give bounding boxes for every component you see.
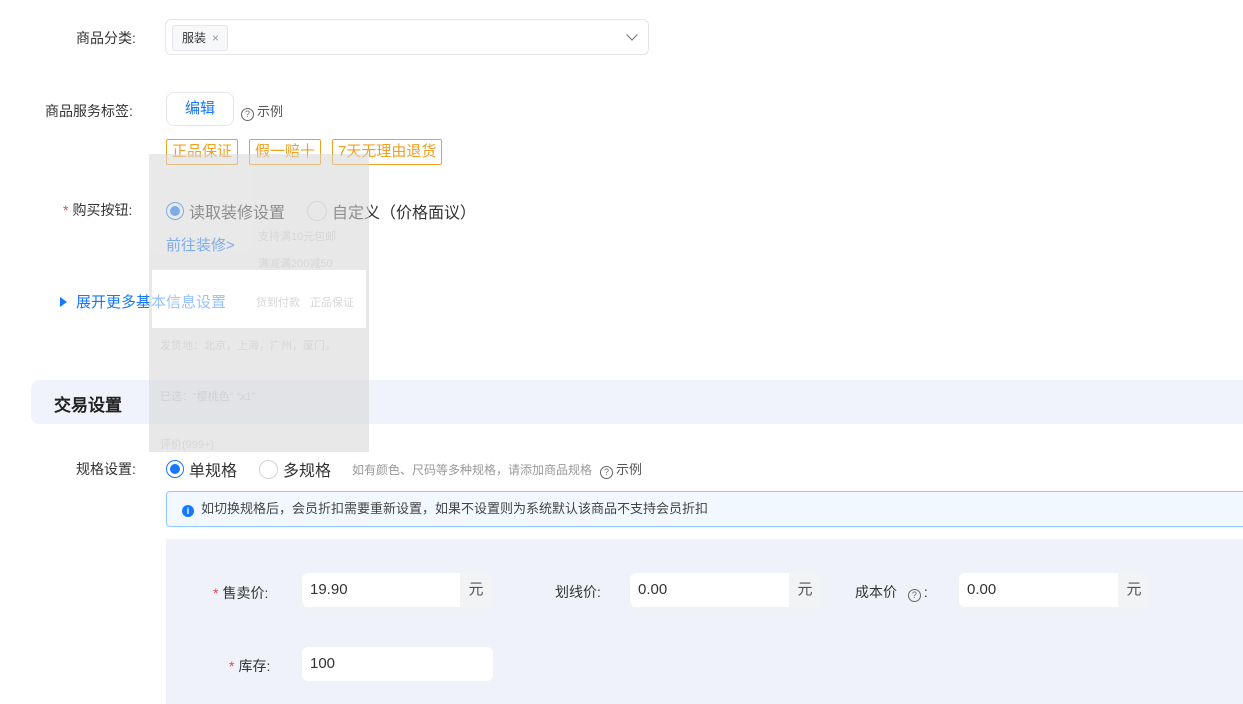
cost-price-colon: : bbox=[923, 584, 928, 600]
chevron-down-icon[interactable] bbox=[626, 29, 638, 41]
strike-price-label: 划线价: bbox=[555, 584, 601, 600]
radio-unchecked-icon[interactable] bbox=[259, 459, 279, 479]
ghost-text: 货到付款 bbox=[256, 297, 300, 309]
service-tags-label: 商品服务标签: bbox=[45, 103, 133, 119]
close-icon[interactable]: × bbox=[212, 26, 219, 50]
service-tag: 7天无理由退货 bbox=[332, 139, 443, 165]
ghost-text: 正品保证 bbox=[310, 297, 354, 309]
radio-unchecked-icon[interactable] bbox=[307, 201, 328, 221]
spec-example[interactable]: ? 示例 bbox=[600, 459, 642, 479]
sale-price-label-text: 售卖价: bbox=[222, 585, 269, 601]
spec-options: 单规格 多规格 如有颜色、尺码等多种规格，请添加商品规格 ? 示例 bbox=[166, 457, 642, 481]
service-tag: 假一赔十 bbox=[249, 139, 322, 165]
ghost-text: 发货地：北京，上海，广州，厦门， bbox=[160, 340, 336, 352]
sale-price-input[interactable]: 19.90 bbox=[302, 573, 460, 607]
radio-checked-icon[interactable] bbox=[166, 460, 184, 478]
ghost-text: 支持满10元包邮 bbox=[258, 231, 337, 243]
radio-option-single[interactable]: 单规格 bbox=[166, 457, 237, 481]
strike-price-input[interactable]: 0.00 bbox=[630, 573, 789, 607]
cost-price-label-text: 成本价 bbox=[855, 584, 897, 600]
radio-label[interactable]: 多规格 bbox=[283, 457, 331, 481]
stock-label-text: 库存: bbox=[238, 658, 271, 674]
cost-price-label: 成本价 ?: bbox=[855, 582, 928, 602]
service-tag-list: 正品保证 假一赔十 7天无理由退货 bbox=[166, 139, 443, 165]
section-title: 交易设置 bbox=[54, 396, 122, 415]
example-link[interactable]: 示例 bbox=[257, 104, 283, 119]
cost-price-input[interactable]: 0.00 bbox=[959, 573, 1118, 607]
cost-price-unit: 元 bbox=[1118, 573, 1150, 607]
example-link[interactable]: 示例 bbox=[616, 462, 642, 477]
category-tag-label: 服装 bbox=[182, 31, 207, 45]
radio-option-custom[interactable]: 自定义（价格面议） bbox=[307, 199, 476, 223]
category-tag: 服装 × bbox=[172, 25, 229, 51]
strike-price-unit: 元 bbox=[789, 573, 821, 607]
category-label: 商品分类: bbox=[76, 30, 136, 46]
info-banner-text: 如切换规格后，会员折扣需要重新设置，如果不设置则为系统默认该商品不支持会员折扣 bbox=[201, 501, 709, 516]
expand-more-label[interactable]: 展开更多基本信息设置 bbox=[76, 294, 226, 311]
sale-price-label: * 售卖价: bbox=[213, 583, 268, 603]
category-select[interactable]: 服装 × bbox=[165, 19, 649, 55]
required-mark: * bbox=[63, 202, 69, 218]
radio-option-multi[interactable]: 多规格 bbox=[259, 457, 331, 481]
info-icon: i bbox=[182, 505, 194, 517]
expand-more-toggle[interactable]: 展开更多基本信息设置 bbox=[60, 291, 226, 312]
spec-hint: 如有颜色、尺码等多种规格，请添加商品规格 bbox=[352, 462, 593, 477]
radio-label[interactable]: 单规格 bbox=[189, 457, 237, 481]
required-mark: * bbox=[213, 585, 219, 601]
required-mark: * bbox=[229, 658, 235, 674]
stock-label: * 库存: bbox=[229, 656, 270, 676]
sale-price-unit: 元 bbox=[460, 573, 492, 607]
service-tag: 正品保证 bbox=[166, 139, 239, 165]
go-decorate-link[interactable]: 前往装修> bbox=[166, 234, 235, 255]
radio-label[interactable]: 读取装修设置 bbox=[189, 199, 285, 223]
help-icon: ? bbox=[600, 466, 614, 479]
spec-label: 规格设置: bbox=[76, 461, 136, 477]
radio-option-read[interactable]: 读取装修设置 bbox=[166, 199, 285, 223]
help-icon: ? bbox=[241, 108, 254, 121]
service-tags-example[interactable]: ? 示例 bbox=[241, 101, 283, 121]
buy-button-label-text: 购买按钮: bbox=[72, 202, 133, 218]
radio-checked-icon[interactable] bbox=[166, 202, 184, 220]
edit-button[interactable]: 编辑 bbox=[166, 92, 234, 126]
info-banner: i 如切换规格后，会员折扣需要重新设置，如果不设置则为系统默认该商品不支持会员折扣 bbox=[166, 491, 1243, 527]
radio-label[interactable]: 自定义（价格面议） bbox=[332, 199, 476, 223]
ghost-text: 评价(999+) bbox=[160, 439, 215, 451]
help-icon[interactable]: ? bbox=[907, 589, 921, 602]
buy-button-label: * 购买按钮: bbox=[63, 200, 132, 220]
buy-button-options: 读取装修设置 自定义（价格面议） bbox=[166, 199, 476, 223]
trade-section-header bbox=[31, 380, 1243, 424]
caret-right-icon bbox=[60, 297, 67, 307]
pricing-panel: * 售卖价: 19.90 元 划线价: 0.00 元 成本价 ?: 0.00 元 … bbox=[166, 539, 1243, 704]
ghost-text: 满减满200减50 bbox=[258, 258, 333, 270]
stock-input[interactable]: 100 bbox=[302, 647, 493, 681]
